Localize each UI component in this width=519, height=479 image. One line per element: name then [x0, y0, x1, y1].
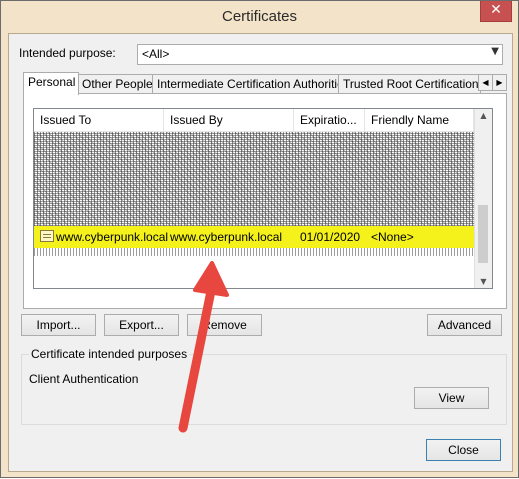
certificate-list[interactable]: Issued To Issued By Expiratio... Friendl… — [33, 108, 493, 289]
cell-issued-by: www.cyberpunk.local — [170, 230, 283, 244]
column-friendly-name[interactable]: Friendly Name — [365, 109, 474, 131]
chevron-down-icon: ▼ — [491, 46, 499, 57]
intended-purposes-title: Certificate intended purposes — [29, 347, 190, 361]
redacted-row-partial — [34, 248, 474, 256]
tab-strip: Personal Other People Intermediate Certi… — [23, 72, 507, 95]
tab-intermediate-ca[interactable]: Intermediate Certification Authorities — [152, 74, 339, 94]
column-issued-by[interactable]: Issued By — [164, 109, 294, 131]
scroll-up-icon[interactable]: ▲ — [475, 111, 492, 120]
tab-other-people[interactable]: Other People — [77, 74, 153, 94]
tab-panel-personal: Issued To Issued By Expiratio... Friendl… — [23, 93, 507, 309]
remove-button[interactable]: Remove — [187, 314, 262, 336]
intended-purpose-value: <All> — [142, 47, 170, 61]
tab-scroll-right-icon[interactable]: ▶ — [492, 74, 507, 91]
cell-issued-to: www.cyberpunk.local — [56, 230, 169, 244]
certificate-icon — [40, 230, 54, 242]
certificates-dialog: Certificates ✕ Intended purpose: <All> ▼… — [0, 0, 519, 478]
close-icon[interactable]: ✕ — [480, 1, 512, 22]
cell-expiration: 01/01/2020 — [300, 230, 361, 244]
import-button[interactable]: Import... — [21, 314, 96, 336]
cell-friendly-name: <None> — [371, 230, 414, 244]
title-bar: Certificates ✕ — [1, 1, 518, 33]
intended-purposes-value: Client Authentication — [29, 372, 139, 386]
scroll-down-icon[interactable]: ▼ — [475, 277, 492, 286]
close-button[interactable]: Close — [426, 439, 501, 461]
redacted-rows — [34, 132, 474, 226]
column-expiration[interactable]: Expiratio... — [294, 109, 365, 131]
intended-purpose-label: Intended purpose: — [19, 46, 116, 60]
list-scrollbar[interactable]: ▲ ▼ — [474, 109, 492, 288]
export-button[interactable]: Export... — [104, 314, 179, 336]
column-issued-to[interactable]: Issued To — [34, 109, 164, 131]
tab-trusted-root[interactable]: Trusted Root Certification — [338, 74, 481, 94]
tab-personal[interactable]: Personal — [23, 72, 79, 95]
advanced-button[interactable]: Advanced — [427, 314, 502, 336]
intended-purpose-select[interactable]: <All> ▼ — [137, 44, 503, 65]
dialog-title: Certificates — [221, 8, 298, 25]
dialog-client-area: Intended purpose: <All> ▼ Personal Other… — [8, 33, 513, 472]
scrollbar-thumb[interactable] — [478, 205, 488, 263]
tab-scroll-left-icon[interactable]: ◀ — [478, 74, 493, 91]
list-header: Issued To Issued By Expiratio... Friendl… — [34, 109, 474, 132]
view-button[interactable]: View — [414, 387, 489, 409]
